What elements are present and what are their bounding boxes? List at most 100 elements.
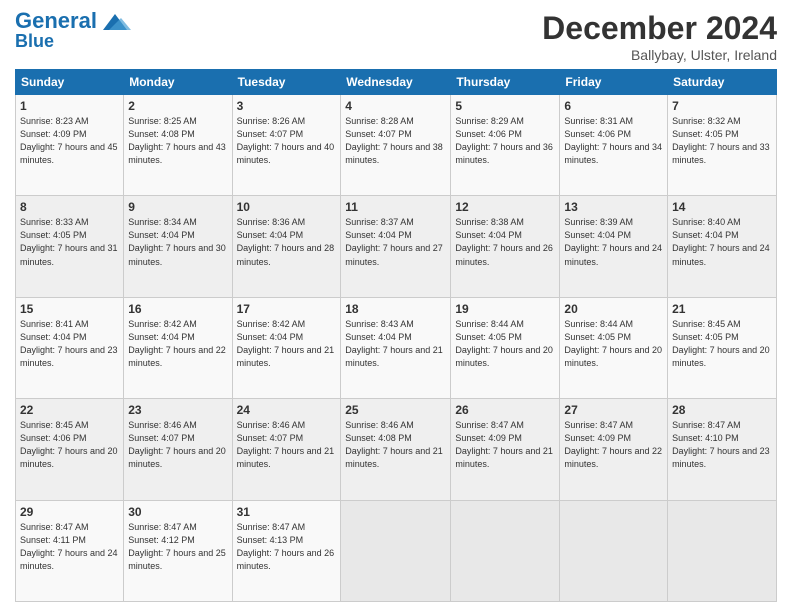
calendar-week-row: 1Sunrise: 8:23 AMSunset: 4:09 PMDaylight… (16, 95, 777, 196)
day-info: Sunrise: 8:34 AMSunset: 4:04 PMDaylight:… (128, 216, 227, 268)
day-number: 16 (128, 302, 227, 316)
calendar-cell: 26Sunrise: 8:47 AMSunset: 4:09 PMDayligh… (451, 399, 560, 500)
calendar-cell: 22 Sunrise: 8:45 AMSunset: 4:06 PMDayligh… (16, 399, 124, 500)
day-number: 4 (345, 99, 446, 113)
calendar-cell (560, 500, 668, 601)
day-info: Sunrise: 8:42 AMSunset: 4:04 PMDaylight:… (128, 318, 227, 370)
day-number: 27 (564, 403, 663, 417)
weekday-header: Tuesday (232, 70, 341, 95)
day-info: Sunrise: 8:47 AMSunset: 4:13 PMDaylight:… (237, 521, 337, 573)
calendar-week-row: 22 Sunrise: 8:45 AMSunset: 4:06 PMDayligh… (16, 399, 777, 500)
logo-blue-text: Blue (15, 32, 54, 50)
day-number: 9 (128, 200, 227, 214)
day-info: Sunrise: 8:44 AMSunset: 4:05 PMDaylight:… (455, 318, 555, 370)
day-number: 11 (345, 200, 446, 214)
calendar-cell: 10Sunrise: 8:36 AMSunset: 4:04 PMDayligh… (232, 196, 341, 297)
calendar-cell: 17Sunrise: 8:42 AMSunset: 4:04 PMDayligh… (232, 297, 341, 398)
calendar-cell: 7Sunrise: 8:32 AMSunset: 4:05 PMDaylight… (668, 95, 777, 196)
day-info: Sunrise: 8:29 AMSunset: 4:06 PMDaylight:… (455, 115, 555, 167)
day-info: Sunrise: 8:37 AMSunset: 4:04 PMDaylight:… (345, 216, 446, 268)
day-number: 31 (237, 505, 337, 519)
page: General Blue December 2024 Ballybay, Uls… (0, 0, 792, 612)
calendar-cell: 3 Sunrise: 8:26 AMSunset: 4:07 PMDaylight… (232, 95, 341, 196)
day-info: Sunrise: 8:45 AMSunset: 4:05 PMDaylight:… (672, 318, 772, 370)
calendar-cell: 11 Sunrise: 8:37 AMSunset: 4:04 PMDayligh… (341, 196, 451, 297)
logo-text: General (15, 10, 97, 32)
calendar-cell: 23 Sunrise: 8:46 AMSunset: 4:07 PMDayligh… (124, 399, 232, 500)
calendar-cell: 16 Sunrise: 8:42 AMSunset: 4:04 PMDayligh… (124, 297, 232, 398)
day-number: 26 (455, 403, 555, 417)
calendar-cell: 1Sunrise: 8:23 AMSunset: 4:09 PMDaylight… (16, 95, 124, 196)
day-number: 28 (672, 403, 772, 417)
day-number: 20 (564, 302, 663, 316)
day-number: 21 (672, 302, 772, 316)
calendar-cell: 19 Sunrise: 8:44 AMSunset: 4:05 PMDayligh… (451, 297, 560, 398)
calendar-cell: 4 Sunrise: 8:28 AMSunset: 4:07 PMDaylight… (341, 95, 451, 196)
calendar-cell: 13 Sunrise: 8:39 AMSunset: 4:04 PMDayligh… (560, 196, 668, 297)
day-number: 25 (345, 403, 446, 417)
day-info: Sunrise: 8:45 AMSunset: 4:06 PMDaylight:… (20, 419, 119, 471)
day-info: Sunrise: 8:26 AMSunset: 4:07 PMDaylight:… (237, 115, 337, 167)
calendar-cell: 15 Sunrise: 8:41 AMSunset: 4:04 PMDayligh… (16, 297, 124, 398)
day-number: 19 (455, 302, 555, 316)
day-number: 13 (564, 200, 663, 214)
day-number: 30 (128, 505, 227, 519)
day-info: Sunrise: 8:47 AMSunset: 4:10 PMDaylight:… (672, 419, 772, 471)
day-info: Sunrise: 8:23 AMSunset: 4:09 PMDaylight:… (20, 115, 119, 167)
calendar-cell: 24 Sunrise: 8:46 AMSunset: 4:07 PMDayligh… (232, 399, 341, 500)
day-number: 15 (20, 302, 119, 316)
calendar-body: 1Sunrise: 8:23 AMSunset: 4:09 PMDaylight… (16, 95, 777, 602)
calendar-week-row: 8 Sunrise: 8:33 AMSunset: 4:05 PMDaylight… (16, 196, 777, 297)
location: Ballybay, Ulster, Ireland (542, 47, 777, 63)
day-info: Sunrise: 8:39 AMSunset: 4:04 PMDaylight:… (564, 216, 663, 268)
calendar-week-row: 29 Sunrise: 8:47 AMSunset: 4:11 PMDayligh… (16, 500, 777, 601)
day-info: Sunrise: 8:25 AMSunset: 4:08 PMDaylight:… (128, 115, 227, 167)
day-number: 8 (20, 200, 119, 214)
logo: General Blue (15, 10, 131, 50)
day-number: 2 (128, 99, 227, 113)
day-number: 23 (128, 403, 227, 417)
calendar-cell (668, 500, 777, 601)
day-info: Sunrise: 8:42 AMSunset: 4:04 PMDaylight:… (237, 318, 337, 370)
calendar-week-row: 15 Sunrise: 8:41 AMSunset: 4:04 PMDayligh… (16, 297, 777, 398)
day-number: 29 (20, 505, 119, 519)
day-info: Sunrise: 8:47 AMSunset: 4:12 PMDaylight:… (128, 521, 227, 573)
calendar-cell: 2 Sunrise: 8:25 AMSunset: 4:08 PMDaylight… (124, 95, 232, 196)
weekday-header: Saturday (668, 70, 777, 95)
day-number: 14 (672, 200, 772, 214)
day-info: Sunrise: 8:47 AMSunset: 4:09 PMDaylight:… (564, 419, 663, 471)
day-info: Sunrise: 8:47 AMSunset: 4:11 PMDaylight:… (20, 521, 119, 573)
day-number: 22 (20, 403, 119, 417)
calendar-cell: 29 Sunrise: 8:47 AMSunset: 4:11 PMDayligh… (16, 500, 124, 601)
day-info: Sunrise: 8:46 AMSunset: 4:07 PMDaylight:… (128, 419, 227, 471)
day-info: Sunrise: 8:44 AMSunset: 4:05 PMDaylight:… (564, 318, 663, 370)
day-number: 7 (672, 99, 772, 113)
calendar-cell: 9 Sunrise: 8:34 AMSunset: 4:04 PMDaylight… (124, 196, 232, 297)
day-info: Sunrise: 8:36 AMSunset: 4:04 PMDaylight:… (237, 216, 337, 268)
calendar-cell: 25 Sunrise: 8:46 AMSunset: 4:08 PMDayligh… (341, 399, 451, 500)
weekday-header: Wednesday (341, 70, 451, 95)
day-info: Sunrise: 8:46 AMSunset: 4:07 PMDaylight:… (237, 419, 337, 471)
calendar-cell (451, 500, 560, 601)
day-info: Sunrise: 8:40 AMSunset: 4:04 PMDaylight:… (672, 216, 772, 268)
weekday-header: Sunday (16, 70, 124, 95)
day-number: 3 (237, 99, 337, 113)
day-info: Sunrise: 8:41 AMSunset: 4:04 PMDaylight:… (20, 318, 119, 370)
day-number: 24 (237, 403, 337, 417)
day-number: 6 (564, 99, 663, 113)
day-info: Sunrise: 8:33 AMSunset: 4:05 PMDaylight:… (20, 216, 119, 268)
calendar-header-row: SundayMondayTuesdayWednesdayThursdayFrid… (16, 70, 777, 95)
weekday-header: Monday (124, 70, 232, 95)
calendar-cell: 5Sunrise: 8:29 AMSunset: 4:06 PMDaylight… (451, 95, 560, 196)
month-title: December 2024 (542, 10, 777, 47)
day-info: Sunrise: 8:28 AMSunset: 4:07 PMDaylight:… (345, 115, 446, 167)
calendar-cell: 6Sunrise: 8:31 AMSunset: 4:06 PMDaylight… (560, 95, 668, 196)
day-info: Sunrise: 8:46 AMSunset: 4:08 PMDaylight:… (345, 419, 446, 471)
logo-icon (99, 10, 131, 32)
calendar-cell: 30 Sunrise: 8:47 AMSunset: 4:12 PMDayligh… (124, 500, 232, 601)
calendar-cell: 28 Sunrise: 8:47 AMSunset: 4:10 PMDayligh… (668, 399, 777, 500)
calendar: SundayMondayTuesdayWednesdayThursdayFrid… (15, 69, 777, 602)
header: General Blue December 2024 Ballybay, Uls… (15, 10, 777, 63)
day-number: 12 (455, 200, 555, 214)
calendar-cell: 27 Sunrise: 8:47 AMSunset: 4:09 PMDayligh… (560, 399, 668, 500)
